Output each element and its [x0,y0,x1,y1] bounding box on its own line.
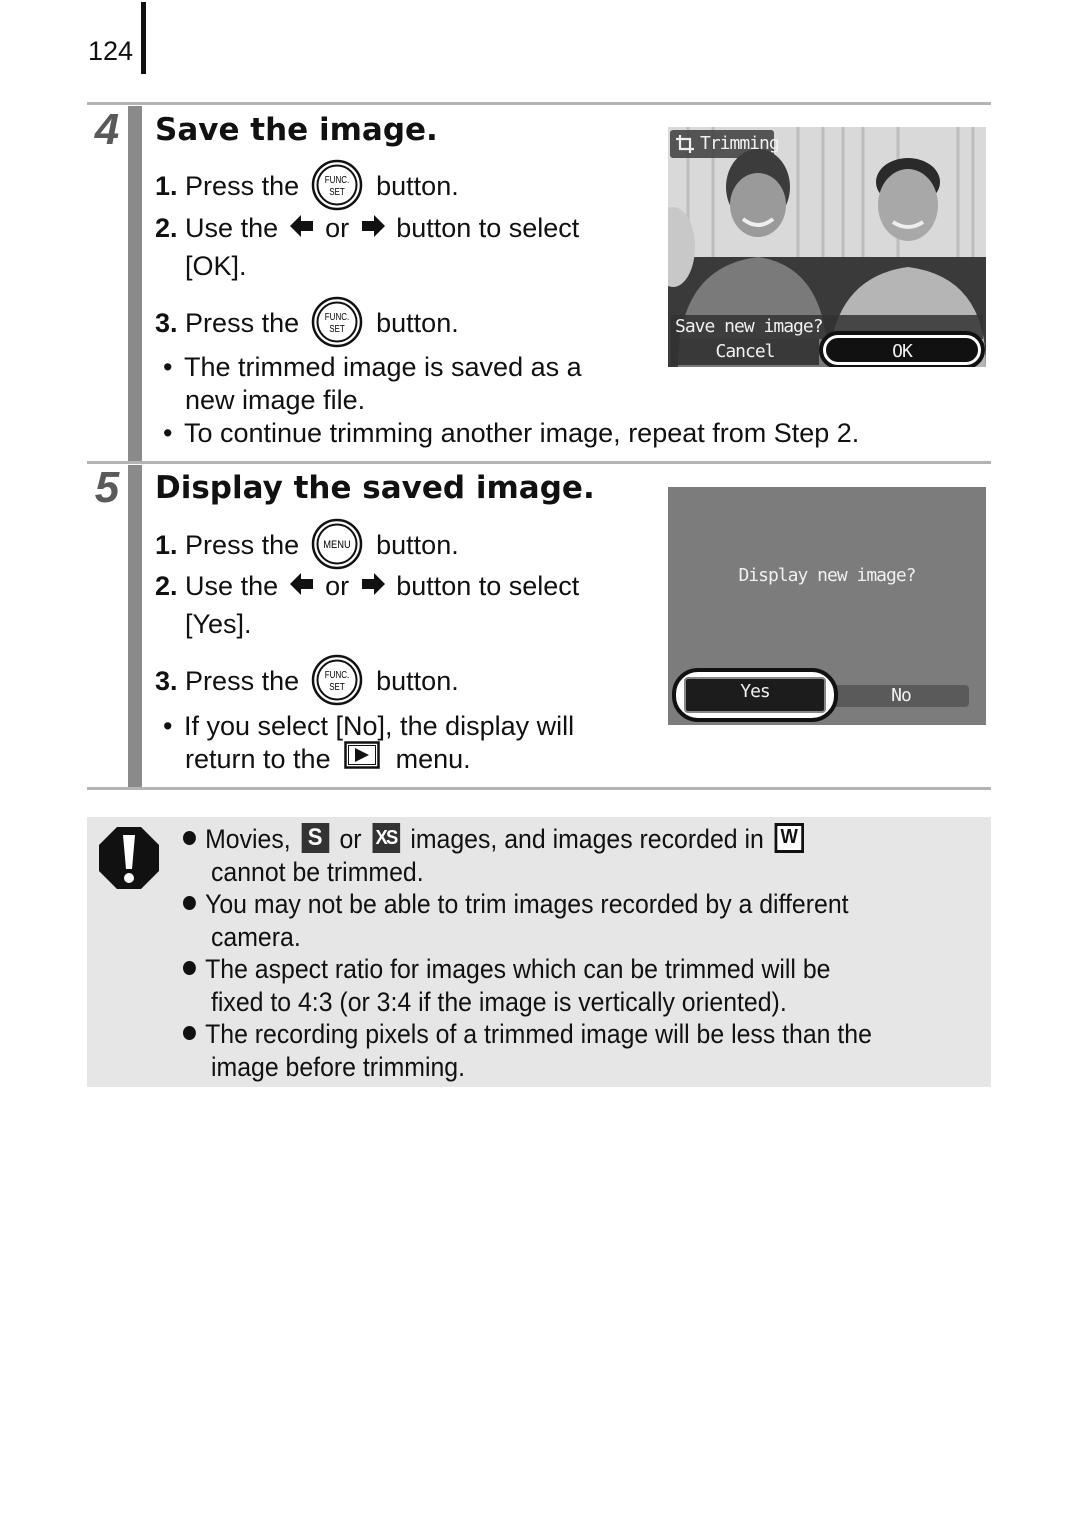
func-set-button-icon: FUNC. SET [311,296,363,348]
left-arrow-icon [289,570,314,602]
instruction-text: button to select [396,571,580,601]
instruction-text: button. [376,666,459,697]
step-bar [128,106,142,462]
caution-item-1: Movies, S or XS images, and images recor… [183,822,808,856]
step-bar [128,465,142,787]
section-divider [87,787,991,790]
instruction-number: 1. [155,171,178,202]
page-number: 124 [88,36,134,66]
right-arrow-icon [361,212,385,244]
step-title: Display the saved image. [155,470,595,506]
step-number: 4 [94,105,120,154]
bullet: • [163,711,173,741]
note-text: menu. [395,744,471,774]
caution-item-3: The aspect ratio for images which can be… [183,953,830,985]
instruction-text: button. [376,171,459,202]
dialog-prompt: Save new image? [675,316,824,337]
note-text: return to the [185,744,331,774]
instruction-number: 3. [155,666,178,697]
trim-icon [675,134,695,159]
caution-item-3-cont: fixed to 4:3 (or 3:4 if the image is ver… [211,987,787,1017]
cancel-option[interactable]: Cancel [671,339,819,365]
bullet [183,895,196,910]
instruction-1: 1. Press the FUNC. SET button. [155,159,459,214]
instruction-2-cont: [OK]. [185,251,247,281]
note-1: • The trimmed image is saved as a [163,351,582,383]
instruction-number: 3. [155,308,178,339]
note-2: • To continue trimming another image, re… [163,417,859,449]
svg-text:SET: SET [329,681,345,692]
right-arrow-icon [361,570,385,602]
note-text: If you select [No], the display will [183,711,575,741]
caution-item-4-cont: image before trimming. [211,1052,466,1082]
caution-item-4: The recording pixels of a trimmed image … [183,1018,872,1050]
bullet: • [163,352,173,382]
bullet [183,830,196,845]
note-1-cont: new image file. [185,385,366,415]
step-title: Save the image. [155,112,438,148]
svg-text:SET: SET [329,186,345,197]
svg-text:MENU: MENU [323,539,350,551]
instruction-2-cont: [Yes]. [185,609,252,639]
camera-screen-display: Display new image? No Yes [668,487,986,725]
instruction-2: 2. Use the or button to select [155,570,579,604]
page-number-bar [141,2,146,74]
dialog-prompt: Display new image? [738,565,916,586]
step-number: 5 [94,463,120,512]
note-text: The trimmed image is saved as a [183,352,582,382]
svg-text:FUNC.: FUNC. [324,311,348,322]
left-arrow-icon [289,212,314,244]
bullet [183,1025,196,1040]
instruction-3: 3. Press the FUNC. SET button. [155,296,459,351]
instruction-1: 1. Press the MENU button. [155,518,459,573]
svg-text:FUNC.: FUNC. [324,669,348,680]
yes-option-selected[interactable]: Yes [672,668,838,722]
instruction-text: Press the [185,666,300,697]
mode-label: Trimming [670,130,780,159]
small-size-icon: S [301,822,329,853]
note-1-cont: return to the menu. [185,741,471,778]
instruction-text: Use the [185,213,279,243]
instruction-text: Press the [185,308,300,339]
section-divider [87,102,991,105]
instruction-3: 3. Press the FUNC. SET button. [155,654,459,709]
instruction-text: button to select [396,213,580,243]
camera-screen-trimming: Trimming Save new image? Cancel OK [668,127,986,367]
instruction-number: 2. [155,571,178,601]
instruction-text: button. [376,530,459,561]
menu-button-icon: MENU [311,518,363,570]
instruction-text: button. [376,308,459,339]
ok-option-selected[interactable]: OK [819,331,985,367]
instruction-text: or [325,213,350,243]
instruction-number: 2. [155,213,178,243]
instruction-number: 1. [155,530,178,561]
caution-icon [99,827,159,894]
caution-item-2-cont: camera. [211,922,301,952]
instruction-text: or [325,571,350,601]
func-set-button-icon: FUNC. SET [311,654,363,706]
caution-box: Movies, S or XS images, and images recor… [87,817,991,1087]
note-1: • If you select [No], the display will [163,710,574,742]
caution-item-1-cont: cannot be trimmed. [211,857,424,887]
caution-item-2: You may not be able to trim images recor… [183,888,849,920]
instruction-text: Press the [185,530,300,561]
instruction-text: Press the [185,171,300,202]
playback-icon [344,741,380,776]
no-option[interactable]: No [833,685,969,707]
instruction-text: Use the [185,571,279,601]
extra-small-size-icon: XS [372,822,400,853]
svg-text:FUNC.: FUNC. [324,174,348,185]
bullet: • [163,418,173,448]
widescreen-icon: W [774,822,804,853]
note-text: To continue trimming another image, repe… [183,418,860,448]
svg-text:SET: SET [329,323,345,334]
func-set-button-icon: FUNC. SET [311,159,363,211]
instruction-2: 2. Use the or button to select [155,212,579,246]
bullet [183,960,196,975]
section-divider [87,461,991,464]
